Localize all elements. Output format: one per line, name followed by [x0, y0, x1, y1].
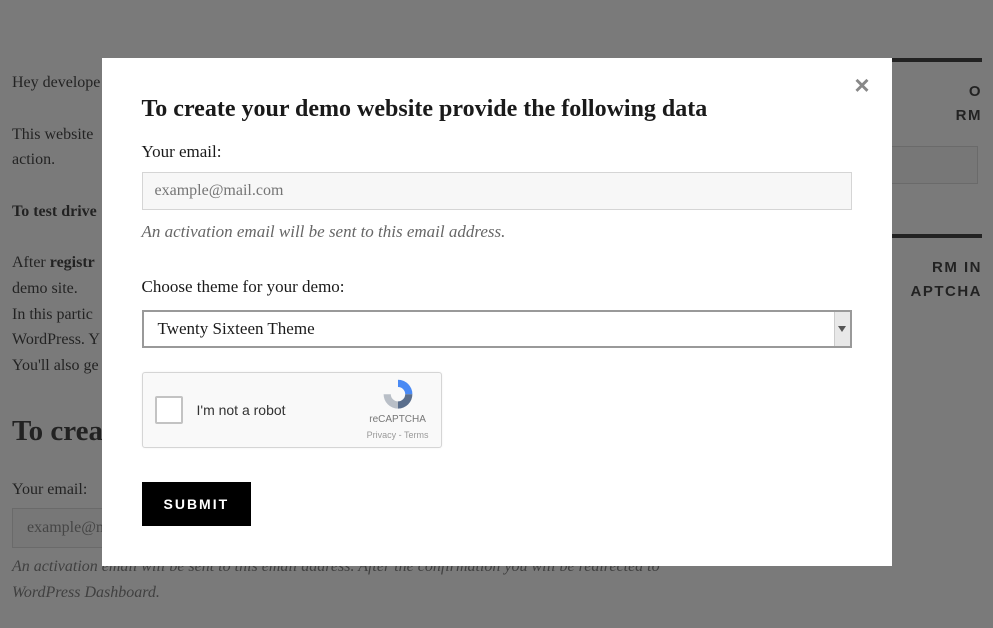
recaptcha-label: I'm not a robot	[197, 399, 367, 421]
submit-button[interactable]: SUBMIT	[142, 482, 252, 526]
modal-theme-selected: Twenty Sixteen Theme	[144, 312, 834, 346]
modal-theme-select[interactable]: Twenty Sixteen Theme	[142, 310, 852, 348]
modal-overlay[interactable]: × To create your demo website provide th…	[0, 0, 993, 628]
recaptcha-icon	[380, 378, 416, 410]
modal-email-input[interactable]	[142, 172, 852, 210]
recaptcha-branding: reCAPTCHA Privacy - Terms	[367, 378, 429, 442]
demo-modal: × To create your demo website provide th…	[102, 58, 892, 566]
recaptcha-checkbox[interactable]	[155, 396, 183, 424]
chevron-down-icon	[834, 312, 850, 346]
recaptcha-widget: I'm not a robot reCAPTCHA Privacy - Term…	[142, 372, 442, 448]
modal-theme-label: Choose theme for your demo:	[142, 273, 852, 300]
modal-email-note: An activation email will be sent to this…	[142, 218, 852, 245]
close-icon[interactable]: ×	[854, 72, 869, 98]
modal-title: To create your demo website provide the …	[142, 90, 852, 128]
modal-email-label: Your email:	[142, 138, 852, 165]
